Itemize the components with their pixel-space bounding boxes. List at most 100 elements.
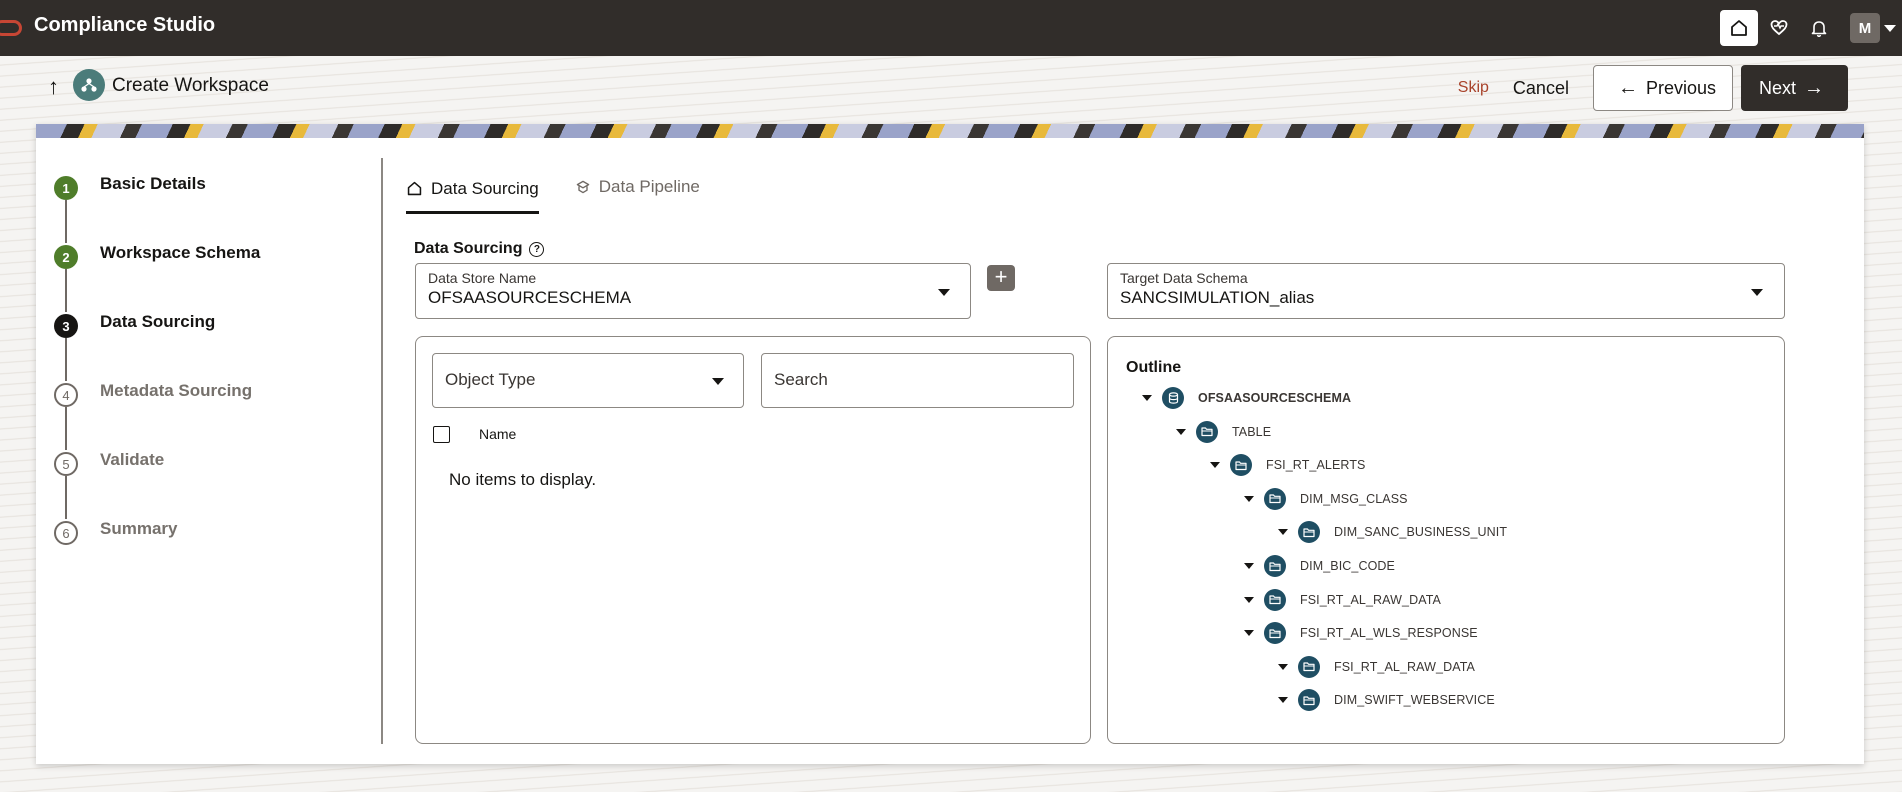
step-number: 3	[54, 314, 78, 338]
folder-icon	[1264, 555, 1286, 577]
app-title: Compliance Studio	[34, 14, 216, 36]
arrow-left-icon: ←	[1617, 76, 1638, 99]
expand-caret-icon[interactable]	[1244, 563, 1254, 569]
objects-panel: Object Type Search Name No items to disp…	[415, 336, 1091, 744]
cancel-link[interactable]: Cancel	[1513, 78, 1569, 99]
data-store-select[interactable]: Data Store Name OFSAASOURCESCHEMA	[415, 263, 971, 319]
top-actions: M	[1720, 0, 1902, 56]
arrow-right-icon: →	[1804, 76, 1824, 99]
chevron-down-icon	[1884, 24, 1896, 32]
expand-caret-icon[interactable]	[1176, 428, 1186, 435]
step-number: 1	[54, 176, 78, 200]
expand-caret-icon[interactable]	[1244, 596, 1254, 603]
step-number: 6	[54, 521, 78, 545]
help-icon[interactable]: ?	[529, 241, 545, 257]
home-icon	[407, 181, 422, 196]
tab-data-sourcing[interactable]: Data Sourcing	[406, 170, 539, 214]
step-validate[interactable]: 5 Validate	[54, 450, 354, 519]
tree-node[interactable]: FSI_RT_AL_RAW_DATA	[1244, 587, 1441, 613]
tree-node[interactable]: DIM_MSG_CLASS	[1244, 486, 1408, 512]
next-button[interactable]: Next →	[1740, 65, 1848, 111]
expand-caret-icon[interactable]	[1278, 529, 1288, 536]
folder-icon	[1298, 521, 1320, 544]
previous-button[interactable]: ← Previous	[1592, 65, 1733, 111]
expand-caret-icon[interactable]	[1278, 697, 1288, 704]
step-metadata-sourcing[interactable]: 4 Metadata Sourcing	[54, 381, 354, 450]
step-summary[interactable]: 6 Summary	[54, 519, 354, 588]
add-data-store-button[interactable]: +	[987, 265, 1015, 291]
home-button[interactable]	[1720, 10, 1758, 46]
expand-caret-icon[interactable]	[1244, 630, 1254, 637]
workspace-card: 1 Basic Details 2 Workspace Schema 3 Dat…	[36, 124, 1864, 764]
folder-icon	[1264, 487, 1286, 510]
empty-state-text: No items to display.	[449, 470, 597, 489]
tab-data-pipeline[interactable]: Data Pipeline	[575, 170, 700, 204]
wizard-stepper: 1 Basic Details 2 Workspace Schema 3 Dat…	[54, 174, 354, 588]
step-connector	[65, 269, 67, 312]
avatar: M	[1850, 13, 1880, 43]
select-all-checkbox[interactable]	[433, 426, 450, 443]
tree-node-label: TABLE	[1232, 424, 1272, 439]
user-menu[interactable]: M	[1850, 13, 1896, 43]
tree-node[interactable]: FSI_RT_AL_WLS_RESPONSE	[1244, 620, 1478, 646]
folder-icon	[1298, 655, 1320, 678]
workspace-icon	[73, 69, 105, 101]
section-title-text: Data Sourcing	[414, 240, 523, 257]
chevron-down-icon	[712, 378, 724, 385]
page-header: ↑ Create Workspace Skip Cancel ← Previou…	[0, 56, 1902, 124]
next-button-label: Next	[1758, 77, 1796, 98]
target-schema-value: SANCSIMULATION_alias	[1120, 288, 1315, 307]
step-workspace-schema[interactable]: 2 Workspace Schema	[54, 243, 354, 312]
plus-icon: +	[994, 264, 1008, 289]
skip-link[interactable]: Skip	[1458, 79, 1489, 97]
folder-icon	[1264, 588, 1286, 611]
tree-node-label: FSI_RT_ALERTS	[1266, 458, 1366, 473]
step-data-sourcing[interactable]: 3 Data Sourcing	[54, 312, 354, 381]
tree-node-label: FSI_RT_AL_RAW_DATA	[1300, 592, 1441, 607]
chevron-down-icon	[938, 289, 950, 296]
pipeline-icon	[576, 180, 590, 194]
tree-node[interactable]: DIM_SWIFT_WEBSERVICE	[1278, 687, 1495, 713]
folder-icon	[1230, 454, 1252, 477]
chevron-down-icon	[1751, 289, 1763, 296]
target-schema-select[interactable]: Target Data Schema SANCSIMULATION_alias	[1107, 263, 1785, 319]
step-connector	[65, 476, 67, 519]
section-title: Data Sourcing ?	[414, 240, 545, 258]
expand-caret-icon[interactable]	[1244, 495, 1254, 502]
tree-node[interactable]: TABLE	[1176, 419, 1271, 445]
tree-node[interactable]: DIM_SANC_BUSINESS_UNIT	[1278, 519, 1507, 545]
expand-caret-icon[interactable]	[1210, 462, 1220, 469]
database-icon	[1162, 387, 1184, 409]
step-label: Basic Details	[100, 174, 206, 193]
step-label: Metadata Sourcing	[100, 381, 253, 400]
object-type-select[interactable]: Object Type	[432, 353, 744, 408]
step-connector	[65, 200, 67, 243]
favorites-button[interactable]	[1760, 10, 1798, 46]
tree-node[interactable]: FSI_RT_AL_RAW_DATA	[1278, 654, 1475, 680]
target-schema-label: Target Data Schema	[1120, 270, 1248, 286]
tree-node[interactable]: OFSAASOURCESCHEMA	[1142, 385, 1351, 411]
page-title: Create Workspace	[112, 75, 269, 96]
search-input[interactable]: Search	[761, 353, 1074, 408]
step-basic-details[interactable]: 1 Basic Details	[54, 174, 354, 243]
tree-node[interactable]: FSI_RT_ALERTS	[1210, 452, 1366, 478]
tree-node-label: DIM_MSG_CLASS	[1300, 491, 1408, 506]
outline-panel: Outline OFSAASOURCESCHEMA TABLE FSI_RT_ALE…	[1107, 336, 1785, 744]
step-number: 4	[54, 383, 78, 407]
step-number: 5	[54, 452, 78, 476]
notifications-button[interactable]	[1800, 10, 1838, 46]
previous-button-label: Previous	[1645, 77, 1716, 98]
tree-node-label: FSI_RT_AL_WLS_RESPONSE	[1300, 626, 1478, 641]
expand-caret-icon[interactable]	[1142, 395, 1152, 401]
tree-node-label: DIM_SANC_BUSINESS_UNIT	[1334, 525, 1508, 540]
step-number: 2	[54, 245, 78, 269]
oracle-logo-icon	[0, 20, 22, 36]
tree-node[interactable]: DIM_BIC_CODE	[1244, 553, 1395, 579]
back-arrow-icon[interactable]: ↑	[48, 74, 59, 100]
header-actions: Skip Cancel ← Previous Next →	[1458, 65, 1848, 111]
expand-caret-icon[interactable]	[1278, 663, 1288, 670]
bell-icon	[1811, 21, 1827, 38]
data-store-value: OFSAASOURCESCHEMA	[428, 288, 632, 307]
folder-icon	[1196, 420, 1218, 443]
step-label: Workspace Schema	[100, 243, 261, 262]
